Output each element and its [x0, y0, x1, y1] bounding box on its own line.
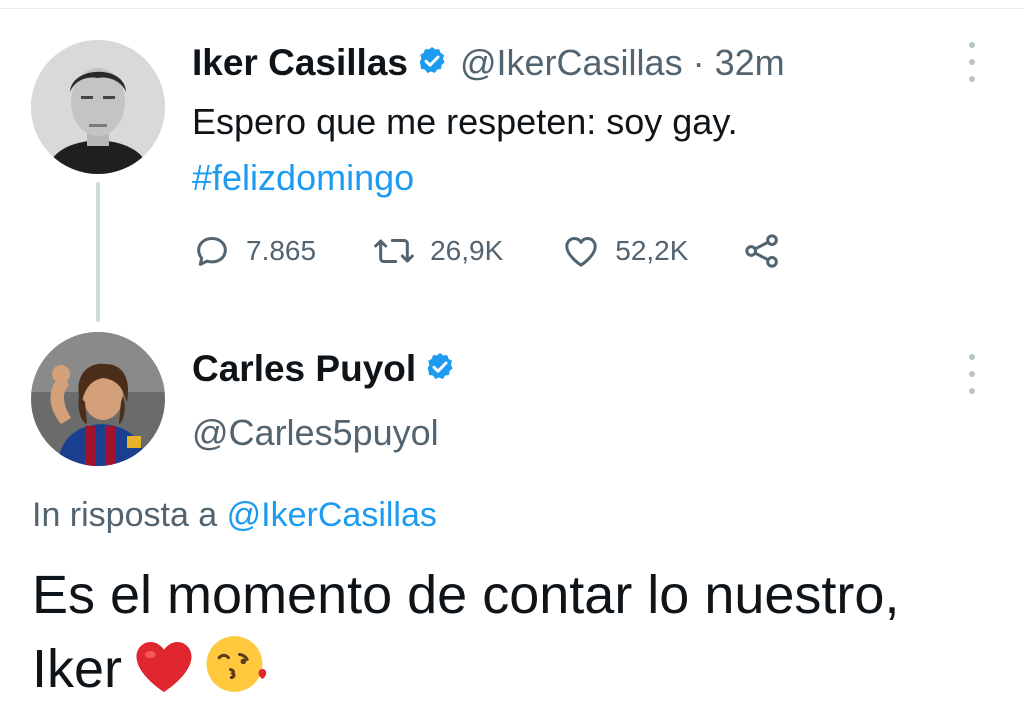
- avatar-photo: [31, 332, 165, 466]
- face-blowing-kiss-emoji: [204, 633, 270, 714]
- tweet1-body: Espero que me respeten: soy gay.: [192, 101, 738, 142]
- avatar-photo: [31, 40, 165, 174]
- timestamp[interactable]: 32m: [715, 42, 785, 84]
- display-name[interactable]: Iker Casillas: [192, 42, 408, 84]
- handle[interactable]: @Carles5puyol: [192, 412, 439, 454]
- handle[interactable]: @IkerCasillas: [460, 42, 683, 84]
- retweet-icon: [372, 231, 416, 271]
- share-button[interactable]: [742, 231, 782, 271]
- retweet-button[interactable]: 26,9K: [372, 231, 503, 271]
- retweet-count: 26,9K: [430, 235, 504, 266]
- top-divider: [0, 0, 1024, 9]
- tweet2-text: Es el momento de contar lo nuestro, Iker: [32, 558, 932, 714]
- more-vertical-icon[interactable]: [962, 42, 982, 82]
- heart-outline-icon: [561, 231, 601, 271]
- verified-badge-icon: [424, 351, 456, 388]
- reply-context: In risposta a @IkerCasillas: [32, 496, 437, 535]
- reply-count: 7.865: [246, 235, 317, 266]
- hashtag-link[interactable]: #felizdomingo: [192, 150, 952, 206]
- separator-dot: ·: [692, 42, 705, 83]
- avatar-carles-puyol[interactable]: [31, 332, 165, 466]
- like-count: 52,2K: [615, 235, 689, 266]
- more-vertical-icon[interactable]: [962, 354, 982, 394]
- thread-connector-line: [96, 182, 100, 322]
- reply-mention-link[interactable]: @IkerCasillas: [227, 496, 437, 534]
- tweet1-header: Iker Casillas @IkerCasillas · 32m: [192, 40, 785, 86]
- avatar-iker-casillas[interactable]: [31, 40, 165, 174]
- tweet2-handle-line: @Carles5puyol: [192, 410, 439, 456]
- verified-badge-icon: [416, 45, 448, 82]
- tweet1-actions: 7.865 26,9K 52,2K: [192, 226, 782, 276]
- reply-button[interactable]: 7.865: [192, 231, 316, 271]
- red-heart-emoji: [134, 639, 194, 714]
- share-icon: [742, 231, 782, 271]
- display-name[interactable]: Carles Puyol: [192, 348, 416, 390]
- tweet1-text: Espero que me respeten: soy gay. #felizd…: [192, 94, 952, 206]
- reply-bubble-icon: [192, 231, 232, 271]
- reply-prefix: In risposta a: [32, 496, 218, 534]
- tweet2-header: Carles Puyol: [192, 346, 456, 392]
- like-button[interactable]: 52,2K: [561, 231, 688, 271]
